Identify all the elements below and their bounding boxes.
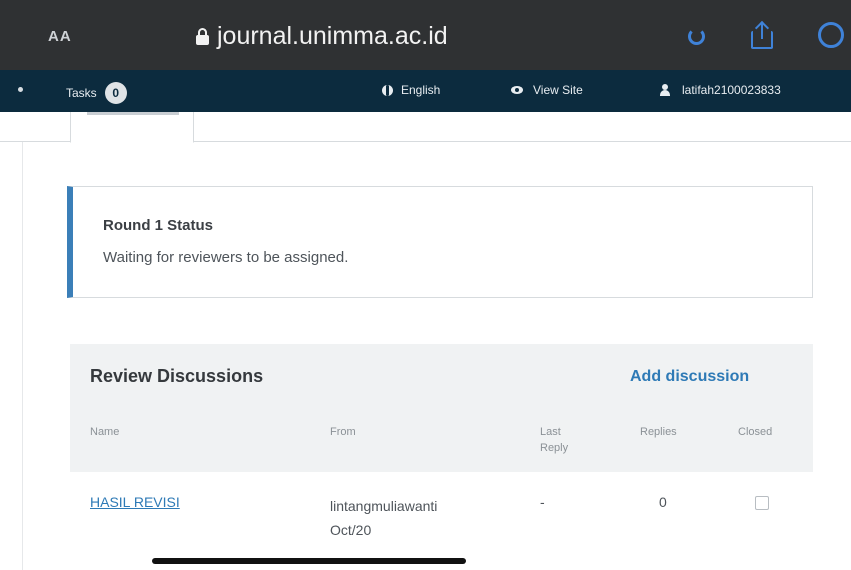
discussion-name-link[interactable]: HASIL REVISI <box>90 494 180 510</box>
column-header-from: From <box>330 426 356 438</box>
column-header-closed: Closed <box>738 426 773 438</box>
status-title: Round 1 Status <box>103 217 214 234</box>
language-label: English <box>401 83 441 97</box>
add-discussion-button[interactable]: Add discussion <box>630 368 749 386</box>
status-text: Waiting for reviewers to be assigned. <box>103 249 349 266</box>
tasks-count-badge: 0 <box>104 82 127 104</box>
view-site-link[interactable]: View Site <box>511 83 583 97</box>
compass-icon[interactable] <box>818 22 844 48</box>
screen: AA journal.unimma.ac.id Tasks 0 English … <box>0 0 851 570</box>
round-status-panel: Round 1 Status Waiting for reviewers to … <box>67 186 813 298</box>
reader-mode-button[interactable]: AA <box>48 28 72 45</box>
table-row: HASIL REVISI lintangmuliawanti Oct/20 - … <box>70 472 813 570</box>
discussion-from-date: Oct/20 <box>330 522 372 538</box>
review-discussions-panel: Review Discussions Add discussion Name F… <box>70 344 813 570</box>
language-menu[interactable]: English <box>382 83 440 97</box>
tasks-button[interactable]: Tasks 0 <box>66 82 127 104</box>
discussion-from: lintangmuliawanti Oct/20 <box>330 494 437 542</box>
lock-icon <box>196 28 209 45</box>
browser-address-bar: AA journal.unimma.ac.id <box>0 0 851 70</box>
column-header-last-reply-line1: Last <box>540 426 561 438</box>
globe-icon <box>382 84 393 96</box>
user-menu[interactable]: latifah2100023833 <box>660 83 781 97</box>
column-header-last-reply-line2: Reply <box>540 442 569 454</box>
share-icon[interactable] <box>751 20 773 49</box>
url-text: journal.unimma.ac.id <box>217 22 448 50</box>
url-field[interactable]: journal.unimma.ac.id <box>196 22 448 51</box>
page-content: Round 1 Status Waiting for reviewers to … <box>0 112 851 570</box>
user-icon <box>660 84 670 96</box>
tab-active-label-placeholder <box>87 112 179 115</box>
discussion-replies-count: 0 <box>659 494 667 510</box>
tab-active[interactable] <box>70 112 194 143</box>
tab-strip <box>0 112 851 143</box>
view-site-label: View Site <box>533 83 583 97</box>
home-indicator[interactable] <box>152 558 466 564</box>
reload-icon[interactable] <box>688 28 705 45</box>
divider <box>22 142 23 570</box>
username-label: latifah2100023833 <box>682 83 781 97</box>
eye-icon <box>511 86 523 94</box>
discussion-last-reply: - <box>540 494 545 510</box>
admin-nav-bar: Tasks 0 English View Site latifah2100023… <box>0 70 851 112</box>
discussion-closed-checkbox[interactable] <box>755 496 769 510</box>
column-header-name: Name <box>90 426 120 438</box>
column-header-replies: Replies <box>640 426 677 438</box>
column-header-last-reply: Last Reply <box>540 424 568 456</box>
discussions-title: Review Discussions <box>90 366 264 386</box>
discussion-from-user: lintangmuliawanti <box>330 498 438 514</box>
tasks-label: Tasks <box>66 86 97 100</box>
menu-dot-icon[interactable] <box>18 87 23 92</box>
